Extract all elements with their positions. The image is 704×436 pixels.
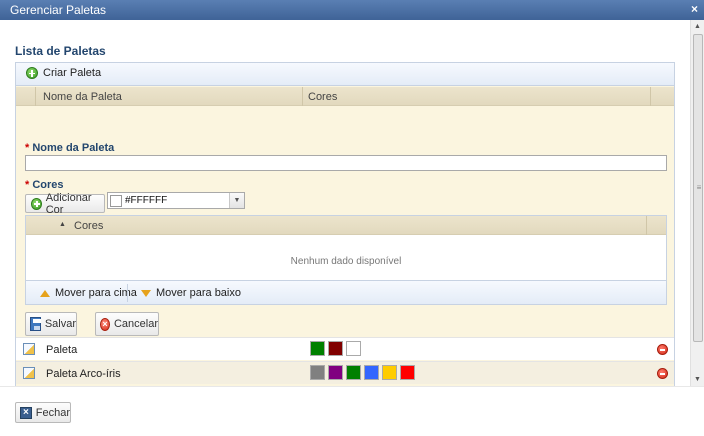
- cancel-label: Cancelar: [113, 318, 158, 330]
- create-palette-label: Criar Paleta: [43, 67, 102, 79]
- create-palette-button[interactable]: Criar Paleta: [26, 67, 101, 79]
- save-button[interactable]: Salvar: [25, 312, 77, 336]
- add-color-label: Adicionar Cor: [45, 191, 92, 216]
- toolbar-divider: [127, 284, 128, 302]
- colors-label-text: Cores: [32, 179, 64, 191]
- palette-column-header: Nome da Paleta Cores: [16, 87, 674, 106]
- scrollbar-thumb[interactable]: ≡: [693, 34, 703, 342]
- color-swatch: [364, 365, 379, 380]
- edit-palette-icon[interactable]: [23, 367, 35, 379]
- arrow-down-icon: [141, 289, 151, 297]
- floppy-disk-icon: [30, 317, 41, 331]
- empty-message: Nenhum dado disponível: [290, 256, 402, 267]
- required-mark: *: [25, 179, 30, 191]
- plus-circle-icon: [26, 67, 38, 79]
- table-row[interactable]: Paleta Arco-íris: [16, 361, 674, 384]
- color-swatch: [346, 365, 361, 380]
- colors-grid-header: ▲ Cores: [26, 216, 666, 235]
- cancel-circle-icon: ×: [100, 317, 110, 331]
- dialog-footer: × Fechar: [0, 386, 704, 436]
- move-down-button[interactable]: Mover para baixo: [141, 287, 241, 299]
- column-separator: [35, 87, 36, 106]
- palette-name-label: * Nome da Paleta: [25, 142, 114, 154]
- close-label: Fechar: [35, 406, 70, 419]
- column-header-colors[interactable]: Cores: [308, 91, 337, 103]
- color-picker-combo[interactable]: #FFFFFF ▼: [107, 192, 245, 209]
- sort-asc-icon: ▲: [59, 221, 66, 228]
- palette-grid: Criar Paleta Nome da Paleta Cores * Nome…: [15, 62, 675, 386]
- add-color-button[interactable]: Adicionar Cor: [25, 191, 105, 216]
- column-separator: [302, 87, 303, 106]
- color-swatch: [328, 341, 343, 356]
- dialog-content: Lista de Paletas Criar Paleta Nome da Pa…: [0, 20, 690, 386]
- column-separator: [646, 216, 647, 235]
- column-header-name[interactable]: Nome da Paleta: [43, 91, 122, 103]
- close-button[interactable]: × Fechar: [15, 402, 71, 423]
- move-up-label: Mover para cima: [55, 287, 137, 299]
- color-swatch: [346, 341, 361, 356]
- table-row[interactable]: Paleta: [16, 337, 674, 360]
- close-icon[interactable]: ×: [691, 2, 698, 16]
- move-down-label: Mover para baixo: [156, 287, 241, 299]
- vertical-scrollbar[interactable]: ▲ ≡ ▼: [690, 20, 704, 386]
- x-box-icon: ×: [20, 406, 32, 419]
- palette-toolbar: Criar Paleta: [16, 63, 674, 86]
- arrow-up-icon: [40, 289, 50, 297]
- palette-name: Paleta Arco-íris: [46, 368, 121, 380]
- palette-name-input[interactable]: [25, 155, 667, 171]
- color-swatch: [110, 195, 122, 207]
- color-swatch: [328, 365, 343, 380]
- minus-circle-icon[interactable]: [657, 344, 668, 355]
- required-mark: *: [25, 142, 30, 154]
- scroll-down-icon[interactable]: ▼: [691, 373, 704, 386]
- window-title: Gerenciar Paletas: [10, 3, 107, 17]
- edit-palette-icon[interactable]: [23, 343, 35, 355]
- colors-grid-column-header[interactable]: Cores: [74, 220, 103, 232]
- color-value: #FFFFFF: [125, 195, 168, 206]
- colors-grid-toolbar: Mover para cima Mover para baixo: [26, 280, 666, 304]
- plus-circle-icon: [31, 197, 42, 210]
- colors-grid: ▲ Cores Nenhum dado disponível Mover par…: [25, 215, 667, 305]
- palette-name-label-text: Nome da Paleta: [32, 142, 115, 154]
- minus-circle-icon[interactable]: [657, 368, 668, 379]
- palette-name: Paleta: [46, 344, 78, 356]
- move-up-button[interactable]: Mover para cima: [40, 287, 137, 299]
- window-titlebar: Gerenciar Paletas ×: [0, 0, 704, 20]
- grip-icon: ≡: [696, 183, 702, 192]
- chevron-down-icon[interactable]: ▼: [229, 193, 244, 208]
- scroll-up-icon[interactable]: ▲: [691, 20, 704, 33]
- color-swatch: [310, 365, 325, 380]
- section-title: Lista de Paletas: [15, 44, 106, 58]
- column-separator: [650, 87, 651, 106]
- colors-label: * Cores: [25, 179, 64, 191]
- palette-colors: [310, 365, 415, 380]
- cancel-button[interactable]: × Cancelar: [95, 312, 159, 336]
- color-swatch: [382, 365, 397, 380]
- palette-colors: [310, 341, 361, 356]
- color-swatch: [310, 341, 325, 356]
- save-label: Salvar: [44, 318, 76, 330]
- color-swatch: [400, 365, 415, 380]
